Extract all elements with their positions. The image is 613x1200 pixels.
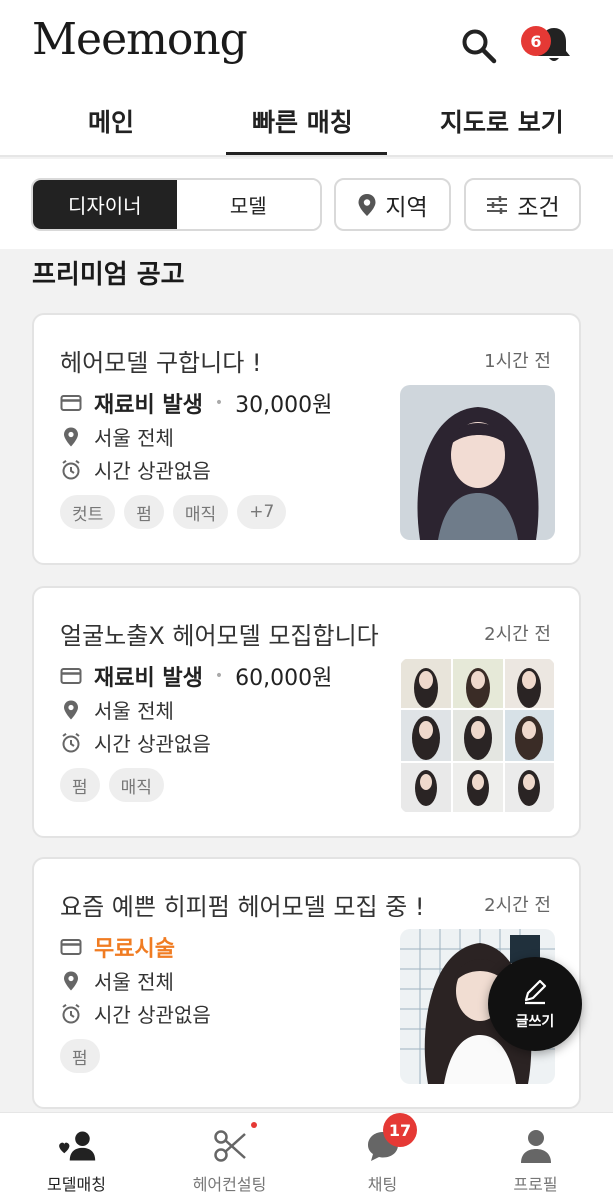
role-segmented-control: 디자이너 모델 xyxy=(31,178,322,231)
post-thumbnail-image xyxy=(400,385,555,540)
nav-profile[interactable]: 프로필 xyxy=(459,1113,612,1200)
tab-map-view[interactable]: 지도로 보기 xyxy=(440,103,564,139)
nav-label: 헤어컨설팅 xyxy=(192,1175,267,1194)
location-text: 서울 전체 xyxy=(94,426,174,450)
segment-model[interactable]: 모델 xyxy=(176,180,320,229)
location-pin-icon xyxy=(64,427,78,446)
region-filter-label: 지역 xyxy=(385,194,428,221)
credit-card-icon xyxy=(60,668,82,684)
filter-sliders-icon xyxy=(487,195,508,214)
filter-bar: 디자이너 모델 지역 조건 xyxy=(0,159,613,249)
post-card[interactable]: 헤어모델 구합니다 ! 1시간 전 재료비 발생 • 30,000원 서울 전체… xyxy=(32,313,581,565)
price-row: 무료시술 xyxy=(60,931,175,963)
active-tab-indicator xyxy=(226,152,387,155)
price-amount: 30,000원 xyxy=(235,393,333,418)
tag-chip: 매직 xyxy=(108,768,164,802)
nav-label: 모델매칭 xyxy=(47,1175,106,1194)
separator-dot: • xyxy=(214,668,224,684)
post-card[interactable]: 얼굴노출X 헤어모델 모집합니다 2시간 전 재료비 발생 • 60,000원 … xyxy=(32,586,581,838)
location-text: 서울 전체 xyxy=(94,970,174,994)
write-post-button[interactable]: 글쓰기 xyxy=(488,957,582,1051)
condition-filter-button[interactable]: 조건 xyxy=(464,178,581,231)
tag-chip: 매직 xyxy=(172,495,229,529)
app-logo: Meemong xyxy=(32,14,248,65)
top-tabs: 메인 빠른 매칭 지도로 보기 xyxy=(0,95,613,157)
condition-filter-label: 조건 xyxy=(517,194,560,221)
write-post-label: 글쓰기 xyxy=(515,1014,555,1030)
alarm-clock-icon xyxy=(62,459,80,479)
time-condition-text: 시간 상관없음 xyxy=(94,459,211,483)
nav-label: 프로필 xyxy=(513,1175,558,1194)
post-title: 얼굴노출X 헤어모델 모집합니다 xyxy=(60,622,379,650)
pencil-icon xyxy=(524,979,547,1005)
location-pin-icon xyxy=(64,971,78,990)
bottom-navigation: 모델매칭 헤어컨설팅 채팅 프로필 xyxy=(0,1112,613,1200)
tag-list: 펌 xyxy=(60,1039,100,1073)
tag-chip: 컷트 xyxy=(60,495,116,529)
time-condition-row: 시간 상관없음 xyxy=(60,728,211,757)
location-text: 서울 전체 xyxy=(94,699,174,723)
separator-dot: • xyxy=(214,395,224,411)
profile-icon xyxy=(520,1130,551,1163)
segment-designer[interactable]: 디자이너 xyxy=(33,180,177,229)
tag-chip: 펌 xyxy=(60,1039,100,1073)
scissors-icon xyxy=(213,1130,246,1162)
nav-label: 채팅 xyxy=(367,1175,398,1194)
price-row: 재료비 발생 • 30,000원 xyxy=(60,387,332,419)
app-header: Meemong 6 xyxy=(0,0,613,95)
location-row: 서울 전체 xyxy=(60,695,174,724)
free-service-label: 무료시술 xyxy=(94,937,175,962)
tag-chip: 펌 xyxy=(124,495,164,529)
price-row: 재료비 발생 • 60,000원 xyxy=(60,660,332,692)
alarm-clock-icon xyxy=(62,1003,80,1023)
post-title: 헤어모델 구합니다 ! xyxy=(60,349,262,377)
tag-chip: 펌 xyxy=(60,768,100,802)
price-label: 재료비 발생 xyxy=(94,666,203,691)
price-amount: 60,000원 xyxy=(235,666,333,691)
notification-badge: 6 xyxy=(521,26,551,56)
location-row: 서울 전체 xyxy=(60,966,174,995)
price-label: 재료비 발생 xyxy=(94,393,203,418)
post-time: 2시간 전 xyxy=(484,624,551,645)
credit-card-icon xyxy=(60,395,82,411)
search-icon[interactable] xyxy=(460,27,498,65)
section-title: 프리미엄 공고 xyxy=(32,260,185,290)
tag-list: 펌 매직 xyxy=(60,768,164,802)
nav-hair-consulting[interactable]: 헤어컨설팅 xyxy=(153,1113,306,1200)
nav-model-matching[interactable]: 모델매칭 xyxy=(0,1113,153,1200)
chat-unread-badge: 17 xyxy=(383,1113,417,1147)
time-condition-row: 시간 상관없음 xyxy=(60,999,211,1028)
post-time: 2시간 전 xyxy=(484,895,551,916)
credit-card-icon xyxy=(60,939,82,955)
location-pin-icon xyxy=(64,700,78,719)
person-heart-icon xyxy=(58,1131,95,1161)
tag-list: 컷트 펌 매직 +7 xyxy=(60,495,287,529)
post-thumbnail-image xyxy=(400,658,555,813)
new-indicator-dot xyxy=(251,1122,257,1128)
post-time: 1시간 전 xyxy=(484,351,551,372)
time-condition-text: 시간 상관없음 xyxy=(94,732,211,756)
region-filter-button[interactable]: 지역 xyxy=(334,178,451,231)
time-condition-text: 시간 상관없음 xyxy=(94,1003,211,1027)
location-pin-icon xyxy=(358,193,376,216)
tab-main[interactable]: 메인 xyxy=(88,103,134,139)
post-title: 요즘 예쁜 히피펌 헤어모델 모집 중 ! xyxy=(60,893,425,921)
alarm-clock-icon xyxy=(62,732,80,752)
tab-quick-matching[interactable]: 빠른 매칭 xyxy=(252,103,353,139)
time-condition-row: 시간 상관없음 xyxy=(60,455,211,484)
tag-chip: +7 xyxy=(237,495,287,529)
location-row: 서울 전체 xyxy=(60,422,174,451)
